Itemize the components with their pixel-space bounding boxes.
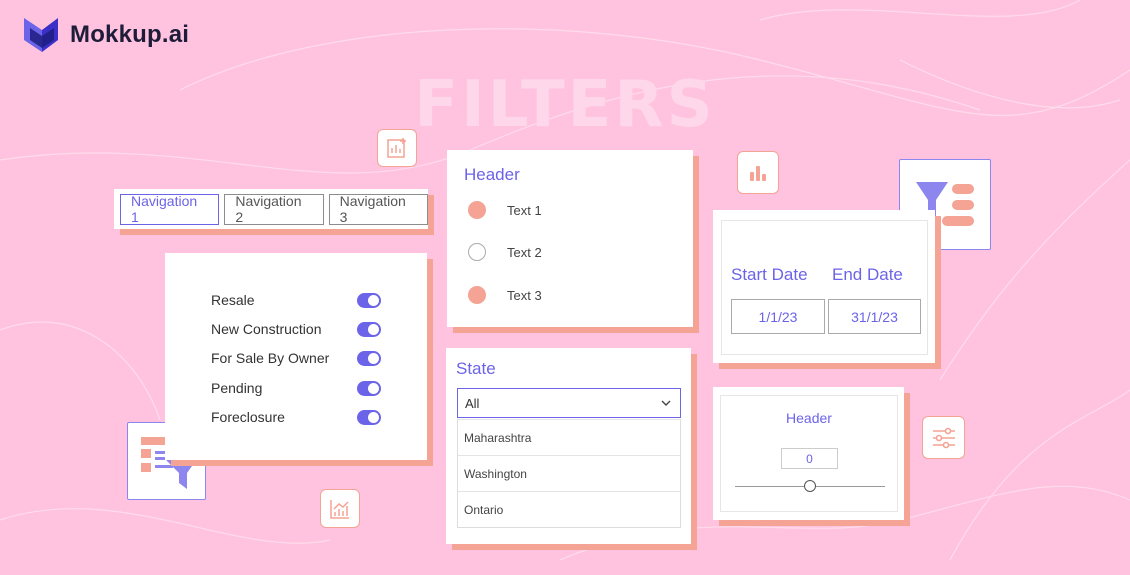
state-option-list: Maharashtra Washington Ontario [457, 419, 681, 528]
bar-chart-add-tile[interactable] [377, 129, 417, 167]
state-dropdown-card: State All Maharashtra Washington Ontario [446, 348, 691, 544]
toggle-label: For Sale By Owner [211, 350, 330, 366]
sliders-tile[interactable] [922, 416, 965, 459]
nav-item-1[interactable]: Navigation 1 [120, 193, 220, 225]
radio-filter-card: Header Text 1 Text 2 Text 3 [447, 150, 693, 327]
brand-name: Mokkup.ai [70, 21, 190, 48]
toggle-switch[interactable] [357, 321, 381, 337]
start-date-label: Start Date [731, 265, 808, 284]
brand-logo[interactable]: Mokkup.ai [22, 16, 189, 54]
radio-label: Text 3 [507, 287, 542, 303]
state-option[interactable]: Washington [458, 455, 680, 491]
state-label: State [456, 359, 496, 378]
toggle-row-new-construction: New Construction [211, 319, 381, 339]
toggle-row-resale: Resale [211, 290, 381, 310]
radio-card-header: Header [464, 165, 520, 184]
bar-chart-tile[interactable] [737, 151, 779, 194]
toggle-switch[interactable] [357, 292, 381, 308]
date-range-card: Start Date End Date 1/1/23 31/1/23 [713, 210, 935, 363]
sliders-icon [932, 427, 955, 448]
radio-label: Text 1 [507, 202, 542, 218]
line-chart-icon [330, 499, 349, 519]
toggle-row-pending: Pending [211, 378, 381, 398]
toggle-label: Pending [211, 380, 263, 396]
end-date-input[interactable]: 31/1/23 [828, 299, 921, 334]
navigation-bar: Navigation 1 Navigation 2 Navigation 3 [114, 189, 428, 229]
end-date-label: End Date [832, 265, 903, 284]
toggle-label: Foreclosure [211, 409, 285, 425]
toggle-switch[interactable] [357, 380, 381, 396]
slider-panel: Header 0 [720, 395, 898, 512]
bar-chart-icon [750, 165, 766, 181]
radio-button[interactable] [468, 201, 486, 219]
date-range-panel: Start Date End Date 1/1/23 31/1/23 [721, 220, 928, 355]
slider-header: Header [786, 410, 832, 426]
slider-value-input[interactable]: 0 [781, 448, 838, 469]
toggle-switch[interactable] [357, 409, 381, 425]
toggle-label: New Construction [211, 321, 322, 337]
radio-button[interactable] [468, 243, 486, 261]
toggle-label: Resale [211, 292, 255, 308]
chevron-down-icon [661, 400, 671, 406]
state-option[interactable]: Ontario [458, 491, 680, 527]
logo-mark-icon [24, 18, 58, 52]
toggle-filter-card: Resale New Construction For Sale By Owne… [165, 253, 427, 460]
start-date-input[interactable]: 1/1/23 [731, 299, 825, 334]
bar-chart-add-icon [387, 138, 406, 158]
state-select[interactable]: All [457, 388, 681, 418]
radio-button[interactable] [468, 286, 486, 304]
radio-option[interactable]: Text 3 [468, 286, 542, 304]
radio-option[interactable]: Text 1 [468, 201, 542, 219]
toggle-switch[interactable] [357, 350, 381, 366]
nav-item-3[interactable]: Navigation 3 [328, 193, 428, 225]
slider-card: Header 0 [713, 387, 904, 520]
radio-option[interactable]: Text 2 [468, 243, 542, 261]
hero-title: FILTERS [414, 68, 716, 142]
slider-thumb[interactable] [804, 480, 816, 492]
state-select-value: All [465, 395, 480, 411]
radio-label: Text 2 [507, 244, 542, 260]
toggle-row-for-sale-by-owner: For Sale By Owner [211, 348, 381, 368]
toggle-row-foreclosure: Foreclosure [211, 407, 381, 427]
nav-item-2[interactable]: Navigation 2 [224, 193, 324, 225]
state-option[interactable]: Maharashtra [458, 419, 680, 455]
line-chart-tile[interactable] [320, 489, 360, 528]
